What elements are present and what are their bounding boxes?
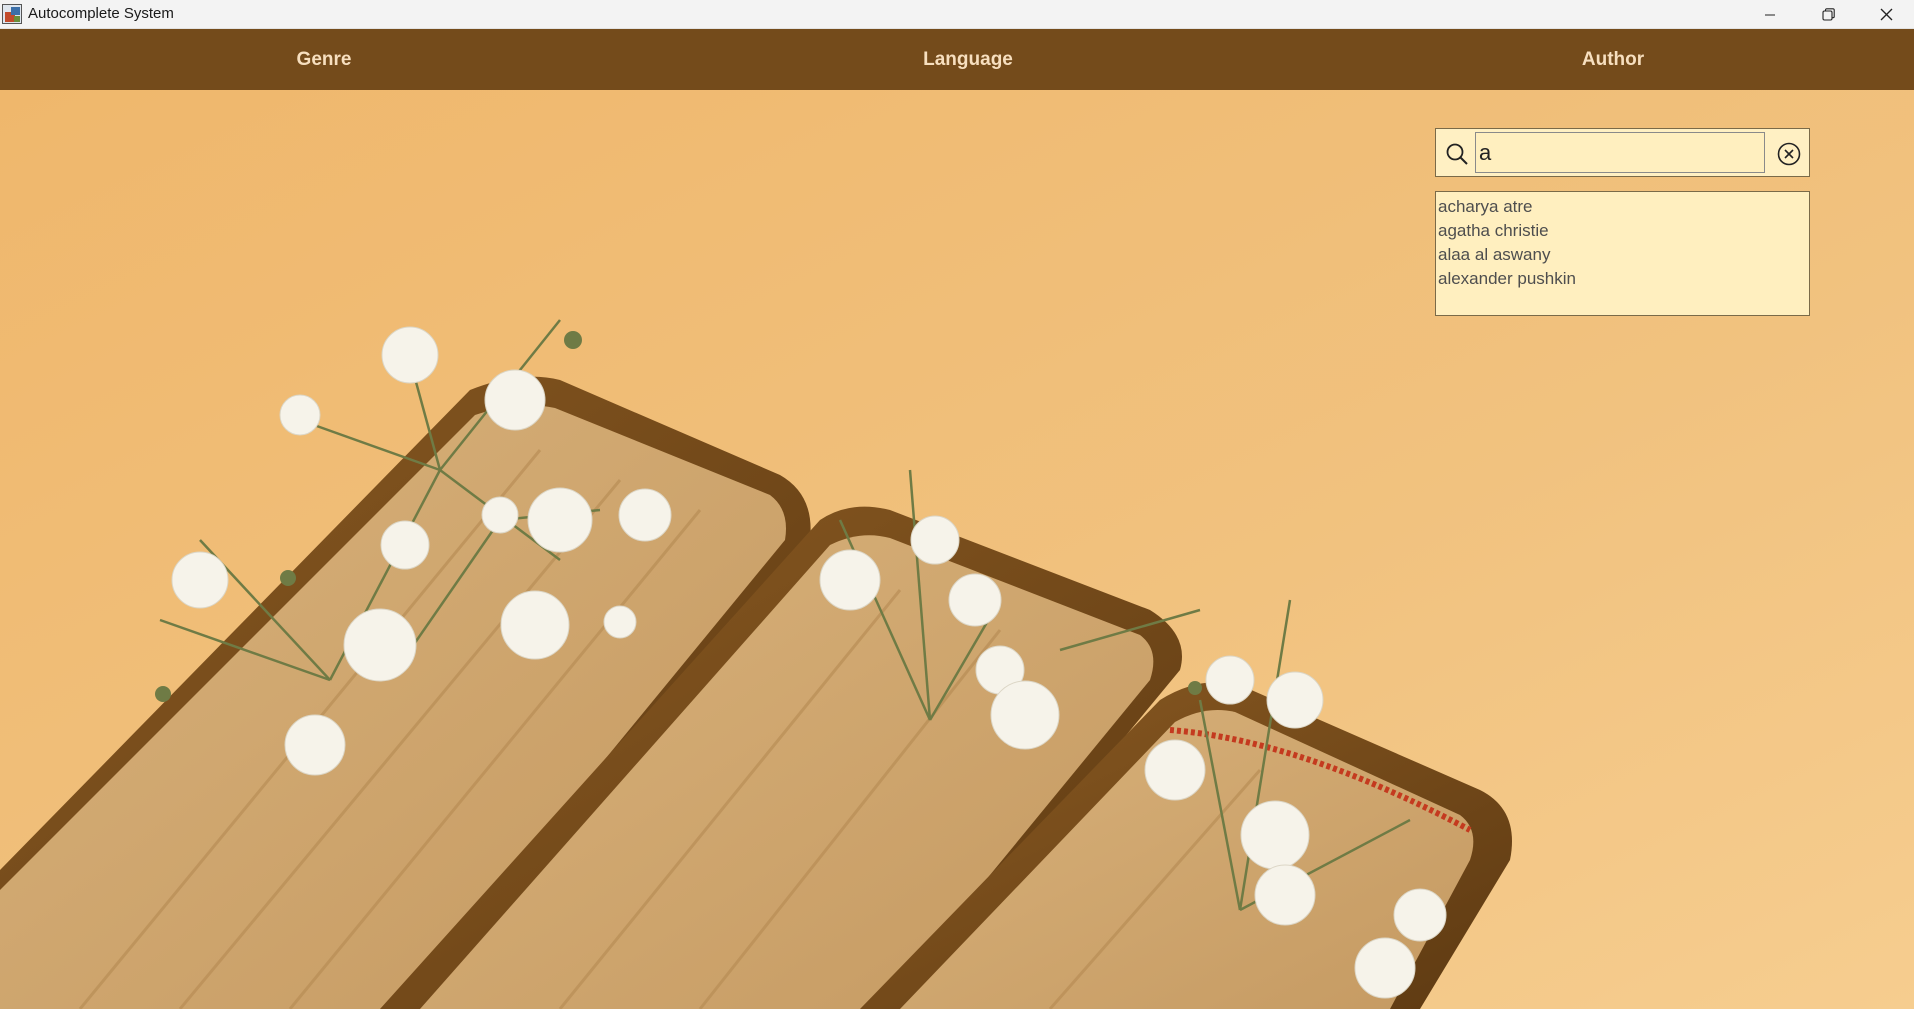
minimize-button[interactable] (1741, 0, 1799, 29)
window-titlebar: Autocomplete System (0, 0, 1914, 29)
suggestion-list: acharya atre agatha christie alaa al asw… (1435, 191, 1810, 316)
suggestion-item[interactable]: alexander pushkin (1436, 267, 1809, 291)
search-input[interactable] (1475, 132, 1765, 173)
menu-genre[interactable]: Genre (297, 29, 352, 90)
minimize-icon (1765, 14, 1775, 15)
menu-bar: Genre Language Author (0, 29, 1914, 90)
suggestion-item[interactable]: agatha christie (1436, 219, 1809, 243)
close-icon (1880, 8, 1892, 21)
search-box (1435, 128, 1810, 177)
restore-icon (1821, 8, 1835, 21)
clear-circle-x-icon[interactable] (1776, 141, 1802, 167)
suggestion-item[interactable]: alaa al aswany (1436, 243, 1809, 267)
window-title: Autocomplete System (28, 5, 174, 22)
restore-button[interactable] (1799, 0, 1857, 29)
menu-author[interactable]: Author (1582, 29, 1644, 90)
close-button[interactable] (1857, 0, 1914, 29)
app-icon (2, 4, 22, 24)
search-icon (1446, 143, 1468, 165)
menu-language[interactable]: Language (923, 29, 1013, 90)
suggestion-item[interactable]: acharya atre (1436, 195, 1809, 219)
